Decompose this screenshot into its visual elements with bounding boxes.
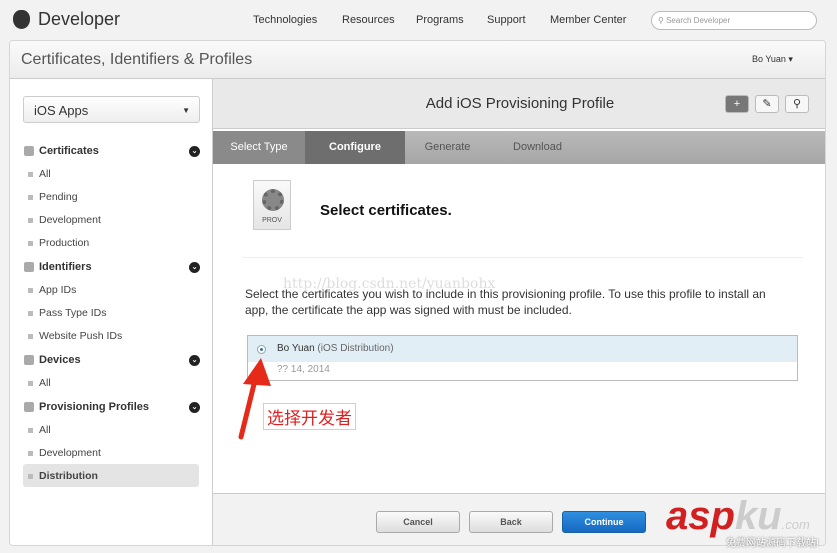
sidebar-item-pass-type-ids[interactable]: Pass Type IDs	[23, 301, 199, 324]
brand-label: Developer	[38, 9, 121, 29]
nav-technologies[interactable]: Technologies	[253, 14, 317, 26]
panel-header: Certificates, Identifiers & Profiles Bo …	[10, 41, 825, 79]
logo-part-a: asp	[666, 494, 735, 538]
sidebar-item-cert-development[interactable]: Development	[23, 208, 199, 231]
sidebar-item-app-ids[interactable]: App IDs	[23, 278, 199, 301]
description: Select the certificates you wish to incl…	[245, 287, 766, 317]
section-label: Certificates	[39, 145, 99, 157]
sidebar-item-profiles-development[interactable]: Development	[23, 441, 199, 464]
cancel-button[interactable]: Cancel	[376, 511, 460, 533]
profile-icon	[24, 402, 34, 412]
main-panel: Certificates, Identifiers & Profiles Bo …	[9, 40, 826, 546]
id-icon	[24, 262, 34, 272]
caret-down-icon: ▼	[182, 106, 190, 115]
step-select-type: Select Type	[213, 131, 305, 164]
provisioning-profile-icon: PROV	[253, 180, 291, 230]
top-navigation: Developer Technologies Resources Program…	[0, 0, 837, 40]
certificate-option[interactable]: Bo Yuan (iOS Distribution) ?? 14, 2014	[247, 335, 798, 381]
continue-button[interactable]: Continue	[562, 511, 646, 533]
step-download: Download	[513, 141, 562, 153]
user-menu[interactable]: Bo Yuan ▾	[752, 54, 793, 65]
logo-part-b: ku	[734, 494, 782, 538]
apple-icon	[13, 10, 30, 29]
chevron-down-icon[interactable]: ⌄	[189, 145, 200, 157]
sidebar: iOS Apps ▼ Certificates ⌄ All Pending Deve…	[10, 79, 213, 545]
sidebar-item-profiles-distribution[interactable]: Distribution	[23, 464, 199, 487]
section-identifiers[interactable]: Identifiers ⌄	[24, 261, 200, 273]
step-generate: Generate	[424, 141, 471, 153]
chevron-down-icon[interactable]: ⌄	[189, 401, 200, 413]
prov-label: PROV	[262, 217, 282, 224]
certificate-type: (iOS Distribution)	[317, 343, 394, 354]
step-bar: Select Type Configure Generate Download	[213, 131, 825, 164]
back-button[interactable]: Back	[469, 511, 553, 533]
certificate-row[interactable]: Bo Yuan (iOS Distribution)	[248, 336, 797, 362]
search-placeholder: Search Developer	[666, 16, 731, 25]
logo-domain: .com	[781, 517, 810, 532]
section-label: Devices	[39, 354, 81, 366]
section-certificates[interactable]: Certificates ⌄	[24, 145, 200, 157]
sidebar-item-profiles-all[interactable]: All	[23, 418, 199, 441]
step-heading: Select certificates.	[320, 202, 452, 219]
add-button[interactable]: +	[725, 95, 749, 113]
page-title: Certificates, Identifiers & Profiles	[21, 51, 253, 68]
sidebar-item-cert-pending[interactable]: Pending	[23, 185, 199, 208]
certificate-date: ?? 14, 2014	[277, 364, 330, 375]
sidebar-item-cert-all[interactable]: All	[23, 162, 199, 185]
annotation-label: 选择开发者	[263, 403, 356, 430]
nav-support[interactable]: Support	[487, 14, 526, 26]
nav-resources[interactable]: Resources	[342, 14, 395, 26]
chevron-down-icon[interactable]: ⌄	[189, 261, 200, 273]
gear-icon	[262, 189, 284, 211]
nav-programs[interactable]: Programs	[416, 14, 464, 26]
section-devices[interactable]: Devices ⌄	[24, 354, 200, 366]
device-icon	[24, 355, 34, 365]
certificate-icon	[24, 146, 34, 156]
sidebar-item-website-push-ids[interactable]: Website Push IDs	[23, 324, 199, 347]
chevron-down-icon[interactable]: ⌄	[189, 354, 200, 366]
watermark-tagline: 免费网站源码下载站!	[726, 538, 819, 549]
sidebar-item-cert-production[interactable]: Production	[23, 231, 199, 254]
platform-dropdown[interactable]: iOS Apps ▼	[23, 96, 200, 123]
search-input[interactable]: ⚲ Search Developer	[651, 11, 817, 30]
step-content: PROV Select certificates. http://blog.cs…	[213, 164, 825, 493]
sidebar-item-devices-all[interactable]: All	[23, 371, 199, 394]
search-button[interactable]: ⚲	[785, 95, 809, 113]
section-provisioning-profiles[interactable]: Provisioning Profiles ⌄	[24, 401, 200, 413]
nav-member-center[interactable]: Member Center	[550, 14, 626, 26]
developer-logo[interactable]: Developer	[13, 9, 120, 30]
main-content: Add iOS Provisioning Profile + ✎ ⚲ Selec…	[213, 79, 825, 545]
platform-label: iOS Apps	[34, 103, 89, 118]
section-label: Identifiers	[39, 261, 92, 273]
step-configure: Configure	[305, 131, 405, 164]
divider	[243, 257, 803, 258]
section-label: Provisioning Profiles	[39, 401, 150, 413]
edit-button[interactable]: ✎	[755, 95, 779, 113]
